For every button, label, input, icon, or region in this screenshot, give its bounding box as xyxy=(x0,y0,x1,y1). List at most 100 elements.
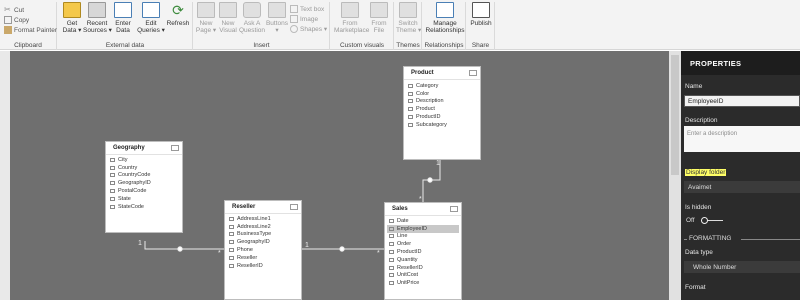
refresh-button[interactable]: ⟳ Refresh xyxy=(165,2,191,27)
table-geography[interactable]: Geography City Country CountryCode Geogr… xyxy=(105,141,183,233)
format-painter-button[interactable]: Format Painter xyxy=(4,25,57,35)
cut-button[interactable]: ✂ Cut xyxy=(4,5,57,15)
field-icon xyxy=(389,242,394,247)
table-product[interactable]: Product Category Color Description Produ… xyxy=(403,66,481,160)
field-icon xyxy=(408,99,413,104)
scissors-icon: ✂ xyxy=(4,5,11,14)
cardinality-one: 1 xyxy=(138,240,142,247)
field-icon xyxy=(389,265,394,270)
paintbrush-icon xyxy=(4,26,12,34)
table-reseller[interactable]: Reseller AddressLine1 AddressLine2 Busin… xyxy=(224,200,302,300)
field-icon xyxy=(389,273,394,278)
field-row[interactable]: Country xyxy=(106,164,182,172)
field-row[interactable]: GeographyID xyxy=(225,238,301,246)
edit-queries-icon xyxy=(142,2,160,18)
relationship-geography-reseller[interactable] xyxy=(144,241,224,250)
new-visual-button[interactable]: New Visual xyxy=(216,2,240,34)
publish-button[interactable]: Publish xyxy=(469,2,493,27)
ask-question-button[interactable]: Ask A Question xyxy=(239,2,265,34)
field-icon xyxy=(229,240,234,245)
field-row[interactable]: City xyxy=(106,156,182,164)
copy-button[interactable]: Copy xyxy=(4,15,57,25)
field-row-selected[interactable]: EmployeeID xyxy=(387,224,459,233)
cardinality-one: 1 xyxy=(305,242,309,249)
relationship-canvas[interactable]: 1 * 1 * 1 * Product Category Color Descr… xyxy=(0,51,670,300)
scrollbar-thumb[interactable] xyxy=(671,55,679,175)
speech-bubble-icon xyxy=(243,2,261,18)
insert-group: New Page ▾ New Visual Ask A Question Button… xyxy=(194,2,330,50)
field-row[interactable]: Date xyxy=(385,217,461,225)
field-row[interactable]: Description xyxy=(404,98,480,106)
cardinality-many: * xyxy=(218,250,221,257)
recent-sources-button[interactable]: Recent Sources ▾ xyxy=(83,2,112,34)
data-type-select[interactable]: Whole Number xyxy=(684,261,800,273)
field-row[interactable]: BusinessType xyxy=(225,231,301,239)
field-row[interactable]: Reseller xyxy=(225,254,301,262)
field-row[interactable]: Quantity xyxy=(385,256,461,264)
table-menu-icon[interactable] xyxy=(469,70,477,76)
shapes-button[interactable]: Shapes ▾ xyxy=(290,24,327,34)
field-row[interactable]: StateCode xyxy=(106,203,182,211)
field-icon xyxy=(110,157,115,162)
display-folder-field[interactable]: Avaimet xyxy=(684,181,800,193)
edit-queries-button[interactable]: Edit Queries ▾ xyxy=(137,2,165,34)
field-row[interactable]: PostalCode xyxy=(106,187,182,195)
field-row[interactable]: Line xyxy=(385,233,461,241)
name-label: Name xyxy=(685,83,703,90)
field-row[interactable]: UnitCost xyxy=(385,272,461,280)
from-marketplace-button[interactable]: From Marketplace xyxy=(334,2,369,34)
manage-relationships-button[interactable]: Manage Relationships xyxy=(425,2,465,34)
new-page-button[interactable]: New Page ▾ xyxy=(194,2,218,34)
field-icon xyxy=(389,257,394,262)
table-sales[interactable]: Sales Date EmployeeID Line Order Product… xyxy=(384,202,462,300)
is-hidden-toggle[interactable]: Off xyxy=(686,216,723,224)
field-row[interactable]: GeographyID xyxy=(106,179,182,187)
enter-data-button[interactable]: Enter Data xyxy=(111,2,135,34)
field-row[interactable]: AddressLine1 xyxy=(225,215,301,223)
field-icon xyxy=(229,263,234,268)
switch-theme-button[interactable]: Switch Theme ▾ xyxy=(396,2,421,34)
table-header: Reseller xyxy=(225,201,301,214)
field-row[interactable]: ProductID xyxy=(404,113,480,121)
properties-title: PROPERTIES xyxy=(681,51,800,75)
field-icon xyxy=(229,232,234,237)
field-row[interactable]: ResellerID xyxy=(385,264,461,272)
field-row[interactable]: ProductID xyxy=(385,248,461,256)
field-row[interactable]: Order xyxy=(385,240,461,248)
field-row[interactable]: Category xyxy=(404,82,480,90)
field-row[interactable]: Phone xyxy=(225,246,301,254)
clipboard-group-label: Clipboard xyxy=(14,42,42,49)
table-menu-icon[interactable] xyxy=(450,206,458,212)
field-row[interactable]: State xyxy=(106,195,182,203)
from-file-button[interactable]: From File xyxy=(367,2,391,34)
vertical-scrollbar[interactable] xyxy=(669,51,681,300)
table-menu-icon[interactable] xyxy=(171,145,179,151)
field-row[interactable]: Subcategory xyxy=(404,121,480,129)
text-box-button[interactable]: Text box xyxy=(290,4,327,14)
field-row[interactable]: Color xyxy=(404,90,480,98)
clipboard-group: ✂ Cut Copy Format Painter Clipboard xyxy=(0,2,57,50)
field-row[interactable]: UnitPrice xyxy=(385,279,461,287)
field-icon xyxy=(110,165,115,170)
field-icon xyxy=(110,181,115,186)
bar-chart-icon xyxy=(219,2,237,18)
buttons-icon xyxy=(268,2,286,18)
custom-visuals-group-label: Custom visuals xyxy=(339,42,385,49)
format-label: Format xyxy=(685,284,706,291)
themes-group: Switch Theme ▾ Themes xyxy=(395,2,422,50)
external-data-group: Get Data ▾ Recent Sources ▾ Enter Data Edit… xyxy=(58,2,193,50)
field-row[interactable]: CountryCode xyxy=(106,172,182,180)
get-data-button[interactable]: Get Data ▾ xyxy=(60,2,84,34)
field-icon xyxy=(389,281,394,286)
field-row[interactable]: Product xyxy=(404,105,480,113)
buttons-button[interactable]: Buttons ▾ xyxy=(264,2,290,34)
themes-group-label: Themes xyxy=(396,42,420,49)
name-field[interactable]: EmployeeID xyxy=(684,95,800,107)
image-button[interactable]: Image xyxy=(290,14,327,24)
file-icon xyxy=(370,2,388,18)
description-field[interactable]: Enter a description xyxy=(684,126,800,152)
field-row[interactable]: ResellerID xyxy=(225,262,301,270)
field-row[interactable]: AddressLine2 xyxy=(225,223,301,231)
table-menu-icon[interactable] xyxy=(290,204,298,210)
insert-group-label: Insert xyxy=(253,42,270,49)
